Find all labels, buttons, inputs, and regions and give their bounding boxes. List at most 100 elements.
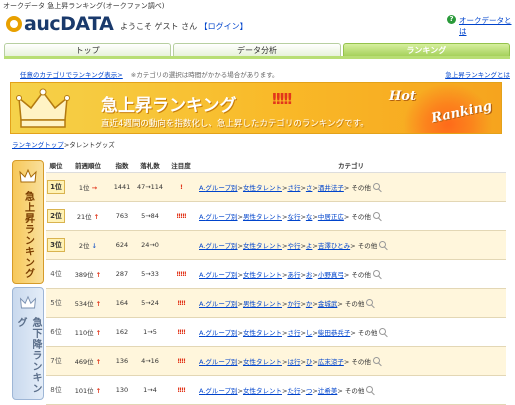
prev-rank-value: 101位 — [74, 386, 94, 395]
bids-cell: 5→33 — [134, 259, 166, 289]
attention-cell: ! — [166, 172, 196, 202]
category-link[interactable]: さ行 — [287, 329, 300, 337]
help-icon[interactable]: ? — [447, 15, 456, 24]
category-link[interactable]: は行 — [287, 358, 300, 366]
category-link[interactable]: グループ別 — [205, 387, 237, 395]
category-load-note: ※カテゴリの選択は時間がかかる場合があります。 — [130, 71, 279, 79]
bids-cell: 5→24 — [134, 288, 166, 318]
prev-rank-value: 21位 — [76, 212, 92, 221]
category-link[interactable]: か行 — [287, 300, 300, 308]
search-icon[interactable] — [366, 298, 374, 306]
category-other: その他 — [351, 183, 371, 192]
category-link[interactable]: な行 — [287, 213, 300, 221]
attention-cell: !!!!! — [166, 259, 196, 289]
category-cell: A.グループ別>女性タレント>さ行>し>柴田恭兵子> その他 — [196, 317, 506, 347]
category-link[interactable]: 女性タレント — [243, 387, 282, 395]
category-other: その他 — [344, 386, 365, 395]
trend-arrow-icon: ↑ — [95, 270, 102, 279]
breadcrumb-ranking-top[interactable]: ランキングトップ — [12, 141, 64, 149]
category-link[interactable]: 小野真弓 — [318, 271, 344, 279]
search-icon[interactable] — [379, 327, 387, 335]
category-link[interactable]: 女性タレント — [243, 184, 282, 192]
category-link[interactable]: グループ別 — [205, 213, 237, 221]
category-link[interactable]: 男性タレント — [243, 300, 282, 308]
banner-hot-text: Hot — [389, 89, 416, 104]
attention-marks: !!!! — [177, 385, 186, 394]
table-row: 7位 469位 ↑ 136 4→16!!!! A.グループ別>女性タレント>は行>ひ>広… — [46, 346, 506, 376]
col-rank: 順位 — [46, 158, 66, 173]
rank-badge: 5位 — [50, 298, 62, 307]
category-link[interactable]: や行 — [287, 242, 300, 250]
rank-cell: 3位 — [46, 230, 66, 260]
trend-arrow-icon: → — [91, 183, 98, 192]
search-icon[interactable] — [372, 182, 380, 190]
category-link[interactable]: グループ別 — [205, 358, 237, 366]
table-row: 4位 389位 ↑ 287 5→33!!!!! A.グループ別>女性タレント>あ行>お>… — [46, 259, 506, 289]
category-link[interactable]: さ行 — [287, 184, 300, 192]
search-icon[interactable] — [372, 356, 380, 364]
aucdata-logo[interactable]: aucDATA — [6, 12, 114, 36]
prev-rank-value: 1位 — [78, 183, 90, 192]
col-index: 指数 — [110, 158, 134, 173]
category-link[interactable]: あ行 — [287, 271, 300, 279]
category-link[interactable]: グループ別 — [205, 271, 237, 279]
category-link[interactable]: 吉澤ひとみ — [318, 242, 350, 250]
search-icon[interactable] — [366, 385, 374, 393]
category-link[interactable]: 広末涼子 — [318, 358, 344, 366]
category-separator: > — [343, 183, 350, 192]
category-cell: A.グループ別>女性タレント>あ行>お>小野真弓> その他 — [196, 259, 506, 289]
rank-cell: 5位 — [46, 288, 66, 318]
search-icon[interactable] — [379, 240, 387, 248]
category-link[interactable]: グループ別 — [205, 242, 237, 250]
index-cell: 763 — [110, 201, 134, 231]
rank-badge: 6位 — [50, 327, 62, 336]
bids-cell: 1→5 — [134, 317, 166, 347]
trend-arrow-icon: ↑ — [95, 357, 102, 366]
banner-title: 急上昇ランキング — [101, 96, 237, 116]
category-link[interactable]: 柴田恭兵子 — [318, 329, 351, 337]
ranking-subnav: 任意のカテゴリでランキング表示> ※カテゴリの選択は時間がかかる場合があります。… — [20, 69, 510, 79]
category-link[interactable]: グループ別 — [205, 329, 237, 337]
attention-cell: !!!! — [166, 317, 196, 347]
index-cell: 1441 — [110, 172, 134, 202]
index-cell: 624 — [110, 230, 134, 260]
category-link[interactable]: 女性タレント — [243, 329, 282, 337]
category-link[interactable]: 男性タレント — [243, 213, 282, 221]
category-cell: A.グループ別>男性タレント>な行>な>中居正広> その他 — [196, 201, 506, 231]
custom-category-ranking-link[interactable]: 任意のカテゴリでランキング表示> — [20, 69, 123, 79]
category-link[interactable]: 金城武 — [318, 300, 338, 308]
category-cell: A.グループ別>女性タレント>や行>よ>吉澤ひとみ> その他 — [196, 230, 506, 260]
category-link[interactable]: た行 — [287, 387, 300, 395]
about-surge-ranking-link[interactable]: 急上昇ランキングとは — [445, 69, 510, 79]
bids-cell: 47→114 — [134, 172, 166, 202]
search-icon[interactable] — [372, 211, 380, 219]
prev-rank-cell: 534位 ↑ — [66, 288, 110, 318]
category-separator: > — [343, 357, 350, 366]
bids-cell: 4→16 — [134, 346, 166, 376]
about-aucdata-link[interactable]: オークデータとは — [459, 15, 515, 37]
prev-rank-value: 469位 — [74, 357, 94, 366]
drop-ranking-side-tab[interactable]: 急下降ランキング — [12, 287, 44, 400]
rank-cell: 2位 — [46, 201, 66, 231]
category-link[interactable]: グループ別 — [205, 184, 237, 192]
category-link[interactable]: 女性タレント — [243, 242, 282, 250]
category-link[interactable]: 女性タレント — [243, 271, 282, 279]
tab-data-analysis[interactable]: データ分析 — [173, 43, 341, 56]
tab-top[interactable]: トップ — [4, 43, 172, 56]
category-link[interactable]: 酒井法子 — [318, 184, 344, 192]
category-link[interactable]: 女性タレント — [243, 358, 282, 366]
trend-arrow-icon: ↑ — [93, 212, 100, 221]
tab-ranking[interactable]: ランキング — [342, 43, 510, 56]
category-link[interactable]: グループ別 — [205, 300, 237, 308]
index-cell: 136 — [110, 346, 134, 376]
trend-arrow-icon: ↑ — [95, 299, 102, 308]
table-row: 6位 110位 ↑ 162 1→5!!!! A.グループ別>女性タレント>さ行>し>柴田… — [46, 317, 506, 347]
category-link[interactable]: 辻希美 — [318, 387, 338, 395]
surge-ranking-side-tab[interactable]: 急上昇ランキング — [12, 160, 44, 284]
attention-cell: !!!! — [166, 288, 196, 318]
trend-arrow-icon: ↑ — [95, 328, 102, 337]
category-link[interactable]: 中居正広 — [318, 213, 344, 221]
crown-icon — [16, 88, 70, 128]
login-link[interactable]: 【ログイン】 — [200, 22, 248, 31]
search-icon[interactable] — [372, 269, 380, 277]
